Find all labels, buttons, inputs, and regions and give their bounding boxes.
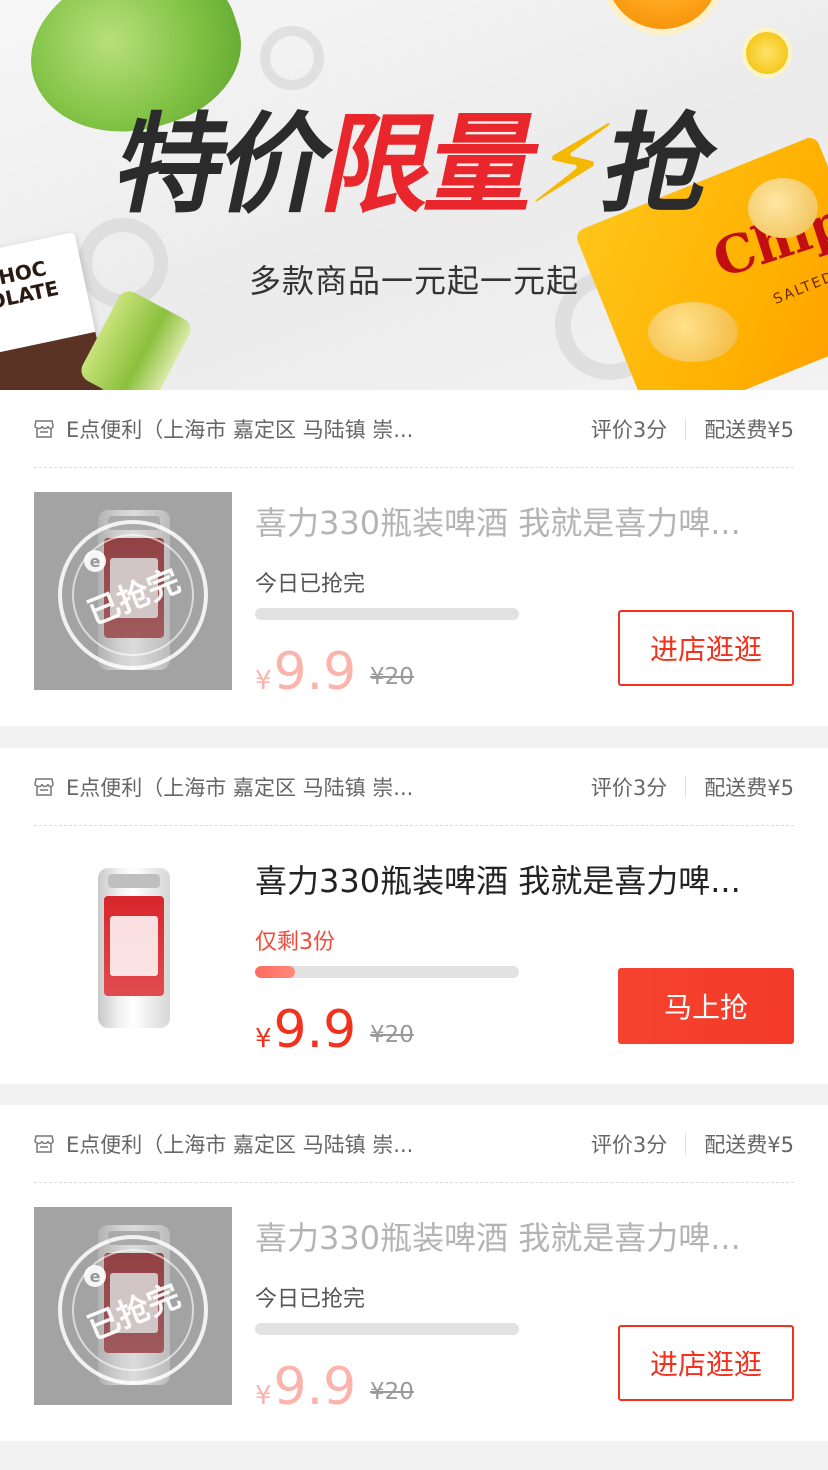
visit-store-button[interactable]: 进店逛逛 — [618, 1325, 794, 1401]
original-price: ¥20 — [370, 1379, 414, 1405]
sale-price: ¥9.9 — [255, 642, 356, 702]
product-name[interactable]: 喜力330瓶装啤酒 我就是喜力啤... — [255, 498, 794, 544]
promo-banner[interactable]: CHOC OLATE Chips SALTED 特价限量⚡抢 多款商品一元起一元… — [0, 0, 828, 390]
currency-symbol: ¥ — [255, 1024, 272, 1054]
product-name[interactable]: 喜力330瓶装啤酒 我就是喜力啤... — [255, 1213, 794, 1259]
original-price: ¥20 — [370, 664, 414, 690]
deal-card[interactable]: E点便利（上海市 嘉定区 马陆镇 崇... 评价3分 配送费¥5 e 已抢完 喜力… — [0, 1105, 828, 1441]
store-name: E点便利（上海市 嘉定区 马陆镇 崇... — [66, 775, 414, 800]
orange-image — [600, 0, 725, 35]
banner-title-highlight: 限量 — [312, 103, 548, 228]
stock-status: 仅剩3份 — [255, 930, 335, 955]
store-header[interactable]: E点便利（上海市 嘉定区 马陆镇 崇... 评价3分 配送费¥5 — [34, 1105, 794, 1183]
store-rating: 评价3分 — [590, 1132, 668, 1157]
banner-title: 特价限量⚡抢 — [0, 103, 828, 228]
store-header[interactable]: E点便利（上海市 嘉定区 马陆镇 崇... 评价3分 配送费¥5 — [34, 390, 794, 468]
price-value: 9.9 — [273, 642, 357, 702]
store-icon — [34, 777, 54, 796]
grab-now-button[interactable]: 马上抢 — [618, 968, 794, 1044]
original-price: ¥20 — [370, 1022, 414, 1048]
banner-subtitle: 多款商品一元起一元起 — [248, 262, 579, 300]
delivery-fee: 配送费¥5 — [704, 417, 794, 442]
lemon-image — [742, 28, 792, 78]
e-logo-icon: e — [84, 550, 106, 572]
product-image[interactable] — [34, 850, 232, 1048]
soldout-stamp: e 已抢完 — [58, 1235, 208, 1385]
delivery-fee: 配送费¥5 — [704, 1132, 794, 1157]
store-icon — [34, 419, 54, 438]
divider — [685, 1132, 687, 1155]
price-value: 9.9 — [273, 1000, 357, 1060]
decor-ring — [260, 26, 324, 90]
sale-price: ¥9.9 — [255, 1000, 356, 1060]
stock-progress-bar — [255, 966, 519, 978]
visit-store-button[interactable]: 进店逛逛 — [618, 610, 794, 686]
store-icon — [34, 1134, 54, 1153]
price-value: 9.9 — [273, 1357, 357, 1417]
banner-title-part: 特价 — [104, 103, 340, 228]
product-name[interactable]: 喜力330瓶装啤酒 我就是喜力啤... — [255, 856, 794, 902]
soldout-stamp: e 已抢完 — [58, 520, 208, 670]
stock-progress-fill — [255, 966, 295, 978]
divider — [685, 775, 687, 798]
store-header[interactable]: E点便利（上海市 嘉定区 马陆镇 崇... 评价3分 配送费¥5 — [34, 748, 794, 826]
sale-price: ¥9.9 — [255, 1357, 356, 1417]
potato-chip-image — [648, 302, 738, 362]
stock-progress-bar — [255, 1323, 519, 1335]
product-image[interactable]: e 已抢完 — [34, 492, 232, 690]
deal-card[interactable]: E点便利（上海市 嘉定区 马陆镇 崇... 评价3分 配送费¥5 e 已抢完 喜力… — [0, 390, 828, 726]
e-logo-icon: e — [84, 1265, 106, 1287]
store-rating: 评价3分 — [590, 417, 668, 442]
store-name: E点便利（上海市 嘉定区 马陆镇 崇... — [66, 1132, 414, 1157]
deal-card[interactable]: E点便利（上海市 嘉定区 马陆镇 崇... 评价3分 配送费¥5 喜力330瓶装… — [0, 748, 828, 1084]
stock-progress-bar — [255, 608, 519, 620]
stock-status: 今日已抢完 — [255, 572, 366, 597]
divider — [685, 417, 687, 440]
currency-symbol: ¥ — [255, 666, 272, 696]
product-image[interactable]: e 已抢完 — [34, 1207, 232, 1405]
beer-can-image — [98, 868, 170, 1028]
delivery-fee: 配送费¥5 — [704, 775, 794, 800]
store-name: E点便利（上海市 嘉定区 马陆镇 崇... — [66, 417, 414, 442]
store-rating: 评价3分 — [590, 775, 668, 800]
stock-status: 今日已抢完 — [255, 1287, 366, 1312]
currency-symbol: ¥ — [255, 1381, 272, 1411]
